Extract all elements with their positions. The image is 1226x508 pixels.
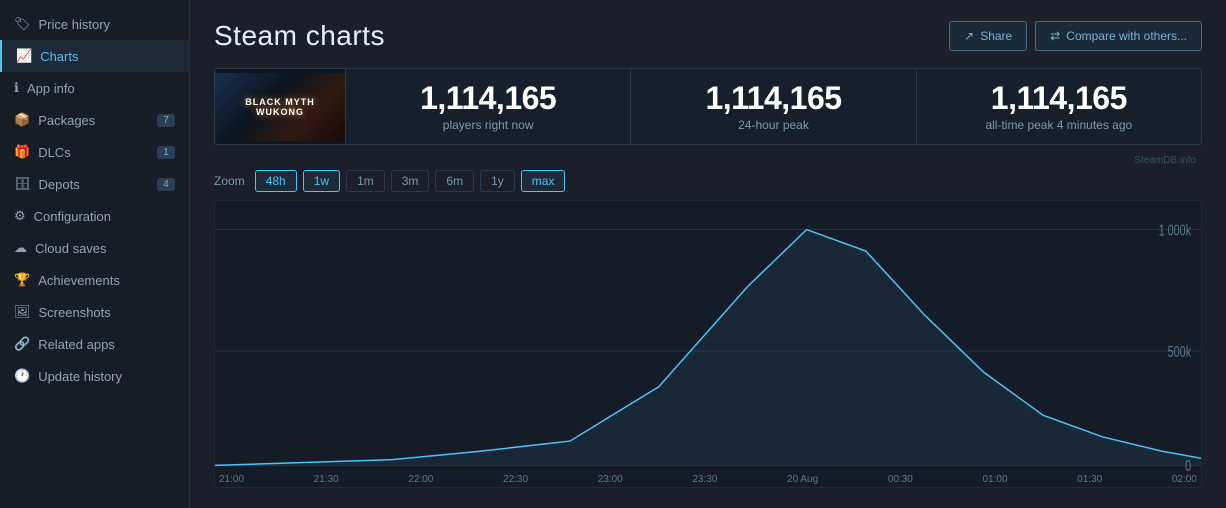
- alltime-peak-value: 1,114,165: [991, 81, 1127, 116]
- x-label-0200: 02:00: [1172, 474, 1197, 485]
- x-label-2200: 22:00: [408, 474, 433, 485]
- zoom-48h[interactable]: 48h: [255, 170, 297, 192]
- share-button[interactable]: ↗ Share: [949, 21, 1027, 51]
- sidebar-item-cloud-saves[interactable]: ☁ Cloud saves: [0, 232, 189, 264]
- x-label-20aug: 20 Aug: [787, 474, 818, 485]
- compare-button[interactable]: ⇄ Compare with others...: [1035, 21, 1202, 51]
- sidebar-item-label: Achievements: [38, 273, 120, 288]
- sidebar: 🏷 Price history 📈 Charts ℹ App info 📦 Pa…: [0, 0, 190, 508]
- game-title-text: BLACK MYTHWUKONG: [245, 97, 315, 117]
- x-label-0100: 01:00: [983, 474, 1008, 485]
- players-now-label: players right now: [443, 118, 534, 132]
- peak-24h-label: 24-hour peak: [738, 118, 809, 132]
- zoom-max[interactable]: max: [521, 170, 566, 192]
- sidebar-item-label: Depots: [39, 177, 80, 192]
- peak-24h-value: 1,114,165: [705, 81, 841, 116]
- stat-peak-24h: 1,114,165 24-hour peak: [630, 69, 915, 144]
- sidebar-item-dlcs[interactable]: 🎁 DLCs 1: [0, 136, 189, 168]
- sidebar-item-charts[interactable]: 📈 Charts: [0, 40, 189, 72]
- dlcs-icon: 🎁: [14, 144, 30, 160]
- x-label-2330: 23:30: [692, 474, 717, 485]
- screenshots-icon: 🖼: [14, 304, 31, 320]
- zoom-label: Zoom: [214, 174, 245, 188]
- x-label-2230: 22:30: [503, 474, 528, 485]
- page-title: Steam charts: [214, 20, 385, 52]
- sidebar-item-price-history[interactable]: 🏷 Price history: [0, 8, 189, 40]
- dlcs-badge: 1: [157, 146, 175, 159]
- sidebar-item-label: Related apps: [38, 337, 115, 352]
- sidebar-item-label: Charts: [40, 49, 78, 64]
- x-label-2130: 21:30: [314, 474, 339, 485]
- price-history-icon: 🏷: [14, 16, 31, 32]
- stat-players-now: 1,114,165 players right now: [345, 69, 630, 144]
- header-row: Steam charts ↗ Share ⇄ Compare with othe…: [214, 20, 1202, 52]
- zoom-3m[interactable]: 3m: [391, 170, 430, 192]
- zoom-1w[interactable]: 1w: [303, 170, 340, 192]
- svg-text:1 000k: 1 000k: [1159, 222, 1192, 239]
- svg-text:500k: 500k: [1168, 343, 1192, 360]
- cloud-saves-icon: ☁: [14, 240, 27, 256]
- sidebar-item-configuration[interactable]: ⚙ Configuration: [0, 200, 189, 232]
- charts-icon: 📈: [16, 48, 32, 64]
- chart-controls: Zoom 48h 1w 1m 3m 6m 1y max: [214, 170, 1202, 192]
- compare-label: Compare with others...: [1066, 29, 1187, 43]
- zoom-1m[interactable]: 1m: [346, 170, 385, 192]
- x-axis: 21:00 21:30 22:00 22:30 23:00 23:30 20 A…: [215, 474, 1201, 485]
- sidebar-item-achievements[interactable]: 🏆 Achievements: [0, 264, 189, 296]
- zoom-1y[interactable]: 1y: [480, 170, 515, 192]
- packages-badge: 7: [157, 114, 175, 127]
- header-actions: ↗ Share ⇄ Compare with others...: [949, 21, 1202, 51]
- game-thumbnail: BLACK MYTHWUKONG: [215, 69, 345, 144]
- stats-bar: BLACK MYTHWUKONG 1,114,165 players right…: [214, 68, 1202, 145]
- share-label: Share: [980, 29, 1012, 43]
- stat-alltime-peak: 1,114,165 all-time peak 4 minutes ago: [916, 69, 1201, 144]
- zoom-6m[interactable]: 6m: [435, 170, 474, 192]
- related-apps-icon: 🔗: [14, 336, 30, 352]
- sidebar-item-label: Configuration: [34, 209, 111, 224]
- sidebar-item-screenshots[interactable]: 🖼 Screenshots: [0, 296, 189, 328]
- sidebar-item-label: Update history: [38, 369, 122, 384]
- sidebar-item-label: App info: [27, 81, 75, 96]
- share-icon: ↗: [964, 29, 974, 43]
- x-label-0030: 00:30: [888, 474, 913, 485]
- sidebar-item-related-apps[interactable]: 🔗 Related apps: [0, 328, 189, 360]
- compare-icon: ⇄: [1050, 29, 1060, 43]
- sidebar-item-label: Packages: [38, 113, 95, 128]
- alltime-peak-label: all-time peak 4 minutes ago: [985, 118, 1132, 132]
- sidebar-item-depots[interactable]: 🗄 Depots 4: [0, 168, 189, 200]
- players-now-value: 1,114,165: [420, 81, 556, 116]
- sidebar-item-app-info[interactable]: ℹ App info: [0, 72, 189, 104]
- app-info-icon: ℹ: [14, 80, 19, 96]
- sidebar-item-label: DLCs: [38, 145, 71, 160]
- main-content: Steam charts ↗ Share ⇄ Compare with othe…: [190, 0, 1226, 508]
- sidebar-item-label: Screenshots: [39, 305, 111, 320]
- chart-svg: 1 000k 500k 0: [215, 201, 1201, 487]
- sidebar-item-update-history[interactable]: 🕐 Update history: [0, 360, 189, 392]
- chart-area: 1 000k 500k 0 21:00 21:30 22:00 22:30 23…: [214, 200, 1202, 488]
- depots-badge: 4: [157, 178, 175, 191]
- sidebar-item-label: Cloud saves: [35, 241, 107, 256]
- x-label-2300: 23:00: [598, 474, 623, 485]
- depots-icon: 🗄: [14, 176, 31, 192]
- packages-icon: 📦: [14, 112, 30, 128]
- sidebar-item-label: Price history: [39, 17, 111, 32]
- x-label-2100: 21:00: [219, 474, 244, 485]
- sidebar-item-packages[interactable]: 📦 Packages 7: [0, 104, 189, 136]
- game-thumb-image: BLACK MYTHWUKONG: [215, 73, 345, 141]
- x-label-0130: 01:30: [1077, 474, 1102, 485]
- watermark: SteamDB.info: [214, 153, 1202, 168]
- configuration-icon: ⚙: [14, 208, 26, 224]
- achievements-icon: 🏆: [14, 272, 30, 288]
- update-history-icon: 🕐: [14, 368, 30, 384]
